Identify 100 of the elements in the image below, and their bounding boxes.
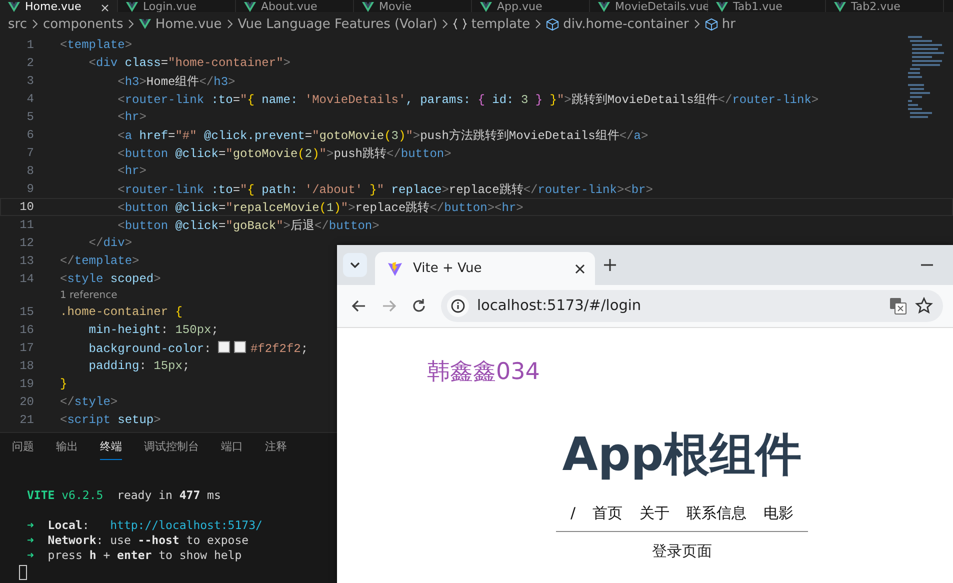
breadcrumb-item[interactable]: template: [471, 16, 530, 32]
reload-icon[interactable]: [411, 298, 427, 314]
code-line: </div>: [88, 236, 132, 250]
breadcrumb-item[interactable]: Vue Language Features (Volar): [238, 16, 438, 32]
codelens-text[interactable]: 1 reference: [60, 290, 118, 301]
code-line: }: [60, 377, 68, 391]
code-line: .home-container {: [60, 305, 182, 319]
panel-tab[interactable]: 输出: [56, 439, 78, 460]
vue-file-icon: [598, 2, 610, 12]
line-number: 18: [18, 359, 34, 373]
line-number: 1: [26, 38, 34, 52]
code-line: padding: 15px;: [88, 359, 190, 373]
vue-file-icon: [244, 2, 256, 12]
line-number: 15: [18, 305, 34, 319]
breadcrumb-item[interactable]: div.home-container: [563, 16, 689, 32]
minimize-icon[interactable]: [921, 264, 933, 266]
line-number: 7: [26, 146, 34, 160]
star-icon[interactable]: [915, 297, 933, 315]
line-number: 8: [26, 164, 34, 178]
page-heading: App根组件: [562, 426, 802, 482]
chevron-icon: [127, 19, 136, 29]
terminal-line: ➜ press h + enter to show help: [27, 548, 242, 563]
breadcrumb-item[interactable]: src: [8, 16, 27, 32]
code-line: <button @click="goBack">后退</button>: [116, 218, 380, 234]
code-line: background-color: #f2f2f2;: [88, 340, 308, 356]
code-line: <a href="#" @click.prevent="gotoMovie(3)">push方法跳转到MovieDetails组件</a>: [116, 128, 648, 144]
line-number: 16: [18, 323, 34, 337]
code-line: <router-link :to="{ name: 'MovieDetails', params: { id: 3 } }">跳转到MovieDetails组件</router-link>: [116, 92, 819, 108]
chevron-icon: [692, 19, 701, 29]
chevron-icon: [534, 19, 542, 29]
vue-file-icon: [834, 2, 846, 12]
code-line: <div class="home-container">: [88, 56, 290, 70]
vue-file-icon: [8, 2, 20, 12]
vite-logo-icon: [387, 260, 403, 276]
terminal-line: ➜ Network: use --host to expose: [27, 533, 249, 548]
code-line: <style scoped>: [60, 272, 161, 286]
code-line: <hr>: [116, 110, 146, 124]
nav-link[interactable]: 首页: [592, 504, 623, 523]
new-tab-icon[interactable]: [603, 258, 617, 272]
line-number: 11: [18, 218, 34, 232]
line-number: 21: [18, 413, 34, 427]
breadcrumb-item[interactable]: hr: [722, 16, 736, 32]
tab-title: Vite + Vue: [413, 261, 482, 276]
panel-tab[interactable]: 终端: [100, 439, 122, 460]
line-number: 14: [18, 272, 34, 286]
code-line: <template>: [60, 38, 132, 52]
line-number: 9: [26, 182, 34, 196]
code-line: min-height: 150px;: [88, 323, 218, 337]
username-text: 韩鑫鑫034: [427, 358, 540, 387]
panel-tab[interactable]: 注释: [265, 439, 287, 460]
code-line: <h3>Home组件</h3>: [116, 74, 236, 90]
line-number: 3: [26, 74, 34, 88]
address-bar[interactable]: localhost:5173/#/login: [441, 290, 943, 322]
chevron-icon: [441, 19, 450, 29]
code-line: <script setup>: [60, 413, 161, 427]
code-line: <button @click="gotoMovie(2)">push跳转</button>: [116, 146, 452, 162]
nav-link[interactable]: 关于: [640, 504, 670, 523]
browser-tab[interactable]: Vite + Vue: [375, 252, 595, 285]
line-number: 20: [18, 395, 34, 409]
chevron-down-icon: [350, 262, 360, 268]
line-number: 6: [26, 128, 34, 142]
tab-search-button[interactable]: [343, 253, 367, 277]
code-line: <router-link :to="{ path: '/about' }" replace>replace跳转</router-link><br>: [116, 182, 653, 198]
cube-icon: [546, 18, 560, 30]
terminal-line: ➜ Local: http://localhost:5173/: [27, 518, 262, 533]
line-number: 13: [18, 254, 34, 268]
info-icon[interactable]: [447, 295, 469, 317]
line-number: 19: [18, 377, 34, 391]
nav-link[interactable]: /: [570, 504, 576, 523]
panel-tab[interactable]: 问题: [12, 439, 34, 460]
back-arrow-icon[interactable]: [351, 298, 367, 314]
line-number: 2: [26, 56, 34, 70]
code-line: <button @click="repalceMovie(1)">replace跳转</button><hr>: [116, 200, 524, 216]
vue-file-icon: [126, 2, 138, 12]
code-line: </style>: [60, 395, 118, 409]
terminal-line: VITE v6.2.5 ready in 477 ms: [27, 488, 221, 503]
panel-tab[interactable]: 端口: [221, 439, 243, 460]
nav-link[interactable]: 联系信息: [686, 504, 747, 523]
vue-file-icon: [716, 2, 728, 12]
vue-file-icon: [362, 2, 374, 12]
code-line: </template>: [60, 254, 140, 268]
line-number: 10: [18, 200, 34, 214]
vue-file-icon: [480, 2, 492, 12]
line-number: 4: [26, 92, 34, 106]
editor-tab[interactable]: Home.vue: [0, 0, 118, 12]
panel-tab[interactable]: 调试控制台: [144, 439, 199, 460]
page-subtitle: 登录页面: [652, 542, 712, 561]
nav-link[interactable]: 电影: [764, 504, 794, 523]
breadcrumb-item[interactable]: components: [42, 16, 124, 32]
vue-file-icon: [139, 19, 152, 29]
cube-icon: [704, 18, 718, 30]
editor-tab[interactable]: Tab1.vue: [708, 0, 826, 12]
chevron-icon: [226, 19, 234, 29]
line-number: 17: [18, 341, 34, 355]
breadcrumb-item[interactable]: Home.vue: [155, 16, 222, 32]
code-line: <hr>: [116, 164, 146, 178]
line-number: 12: [18, 236, 34, 250]
translate-icon[interactable]: [889, 297, 907, 315]
close-icon[interactable]: [575, 264, 585, 274]
cursor-icon: [19, 565, 27, 580]
